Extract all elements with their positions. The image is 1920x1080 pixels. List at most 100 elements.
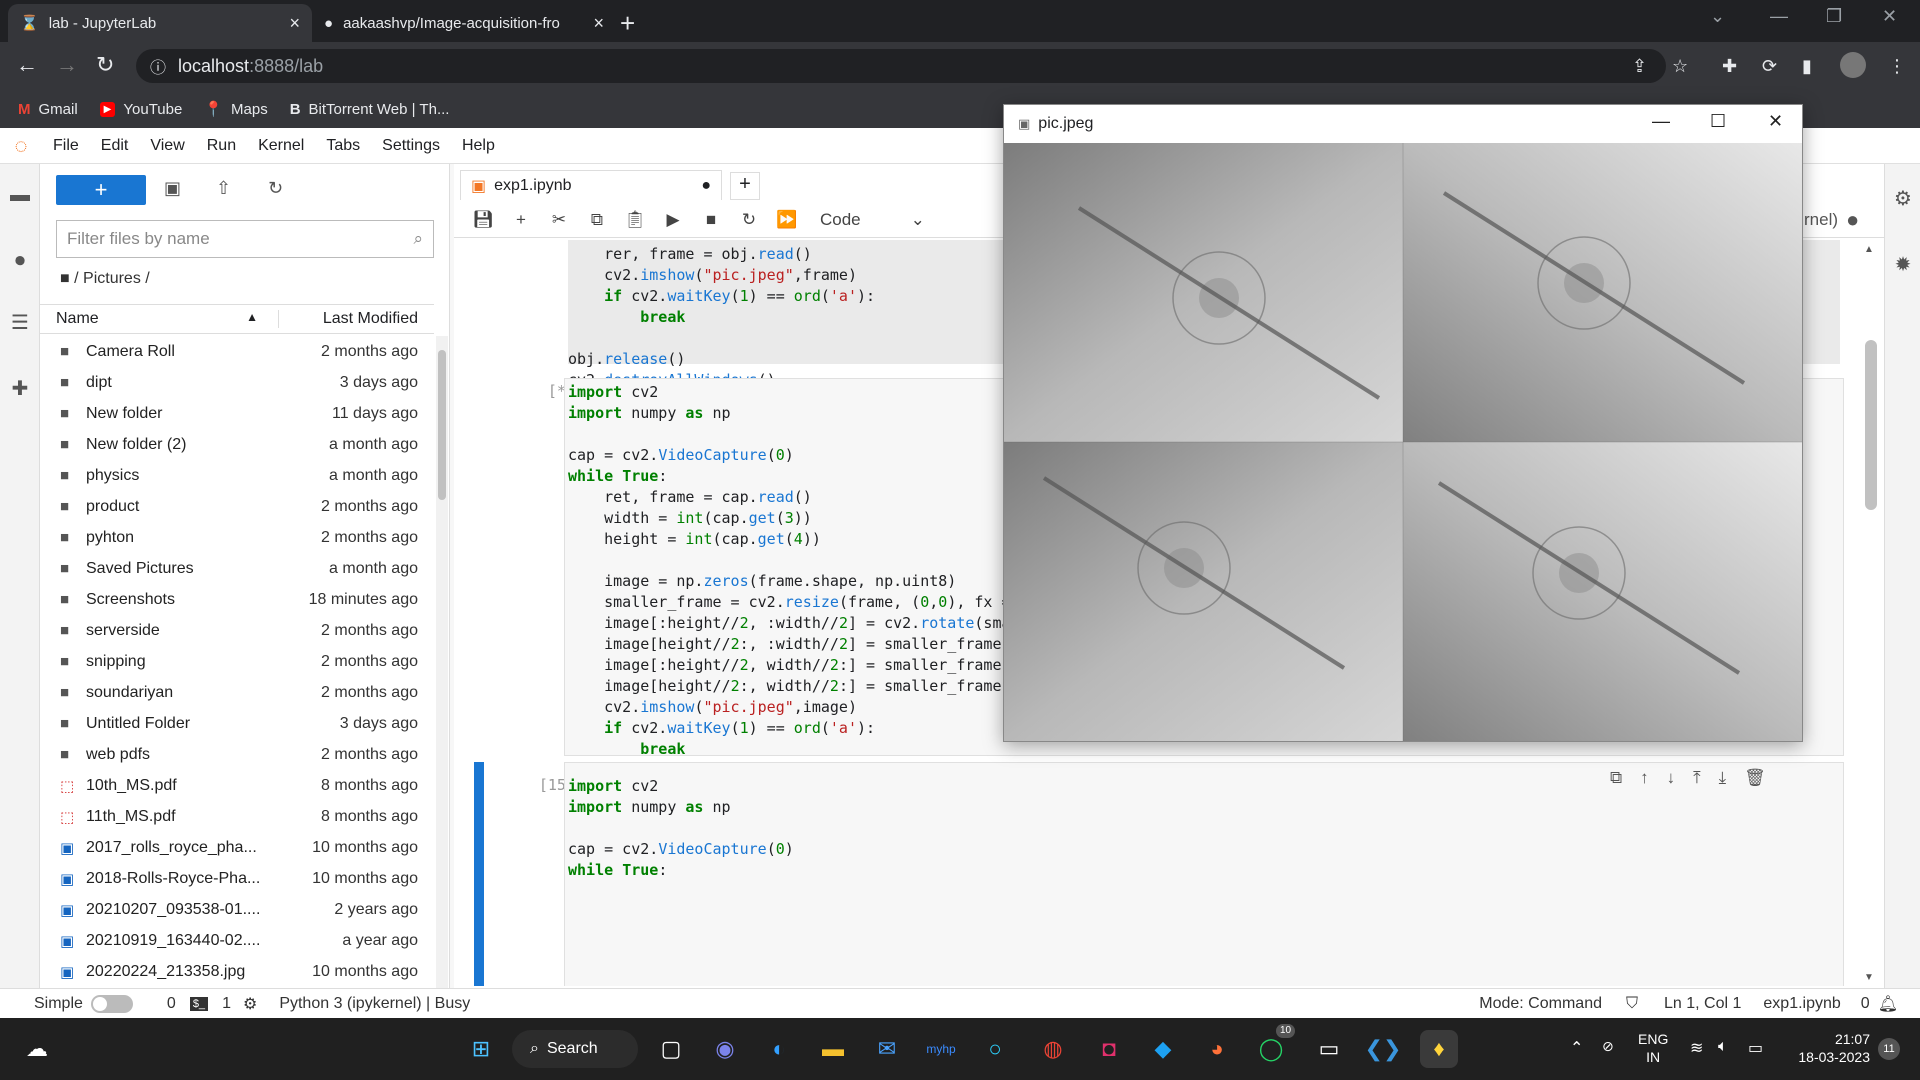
file-list-scrollbar[interactable] xyxy=(436,336,448,988)
myhp-icon[interactable]: myhp xyxy=(922,1030,960,1068)
file-row[interactable]: ■ serverside 2 months ago xyxy=(40,615,434,646)
kernel-count[interactable]: 1 xyxy=(222,995,231,1013)
file-row[interactable]: ▣ 20210207_093538-01.... 2 years ago xyxy=(40,894,434,925)
back-icon[interactable]: ← xyxy=(16,52,38,78)
sync-icon[interactable]: ⟳ xyxy=(1762,56,1777,77)
restart-icon[interactable]: ↻ xyxy=(730,210,768,230)
scroll-down-icon[interactable]: ▼ xyxy=(1864,972,1874,983)
copy-icon[interactable]: ⧉ xyxy=(578,210,616,230)
code-cell-active[interactable]: [15]: import cv2 import numpy as np cap … xyxy=(454,762,1844,986)
file-row[interactable]: ▣ 20210919_163440-02.... a year ago xyxy=(40,925,434,956)
file-row[interactable]: ⬚ 10th_MS.pdf 8 months ago xyxy=(40,770,434,801)
add-cell-icon[interactable]: + xyxy=(502,210,540,230)
simple-mode-toggle[interactable] xyxy=(90,994,133,1013)
firefox-icon[interactable]: ◕ xyxy=(1198,1030,1236,1068)
new-tab-button[interactable]: + xyxy=(620,8,635,39)
file-row[interactable]: ⬚ 11th_MS.pdf 8 months ago xyxy=(40,801,434,832)
cut-icon[interactable]: ✂ xyxy=(540,210,578,230)
instagram-icon[interactable]: ◘ xyxy=(1090,1030,1128,1068)
kernel-status[interactable]: Python 3 (ipykernel) | Busy xyxy=(279,995,470,1013)
move-up-icon[interactable]: ↑ xyxy=(1640,768,1649,788)
insert-below-icon[interactable]: ⤓ xyxy=(1719,768,1727,788)
move-down-icon[interactable]: ↓ xyxy=(1667,768,1676,788)
image-window-titlebar[interactable]: ▣ pic.jpeg xyxy=(1004,105,1802,143)
clock[interactable]: 21:07 18-03-2023 xyxy=(1786,1030,1870,1066)
save-icon[interactable]: 💾︎ xyxy=(464,210,502,230)
menu-file[interactable]: File xyxy=(42,137,90,155)
minimize-icon[interactable]: — xyxy=(1652,111,1670,132)
bookmark-star-icon[interactable]: ☆ xyxy=(1672,56,1688,77)
cell-type-select[interactable]: Code ⌄ xyxy=(820,210,925,230)
terminal-icon[interactable]: ▭ xyxy=(1310,1030,1348,1068)
volume-icon[interactable]: 🔈︎ xyxy=(1718,1038,1728,1056)
file-row[interactable]: ■ web pdfs 2 months ago xyxy=(40,739,434,770)
task-view-icon[interactable]: ▢ xyxy=(652,1030,690,1068)
file-row[interactable]: ■ snipping 2 months ago xyxy=(40,646,434,677)
language-indicator[interactable]: ENG IN xyxy=(1638,1030,1668,1066)
chevron-up-icon[interactable]: ⌃ xyxy=(1570,1038,1583,1058)
file-row[interactable]: ■ New folder (2) a month ago xyxy=(40,429,434,460)
extension-icon[interactable]: ✚ xyxy=(8,376,32,400)
menu-settings[interactable]: Settings xyxy=(371,137,451,155)
info-icon[interactable]: ⓘ xyxy=(150,54,166,78)
filter-input[interactable]: Filter files by name ⌕ xyxy=(56,220,434,258)
terminal-count[interactable]: 0 xyxy=(167,995,176,1013)
property-inspector-icon[interactable]: ⚙ xyxy=(1891,186,1915,210)
breadcrumb[interactable]: ■ / Pictures / xyxy=(60,270,150,288)
tab-jupyterlab[interactable]: ⌛ lab - JupyterLab × xyxy=(8,4,312,42)
file-row[interactable]: ■ soundariyan 2 months ago xyxy=(40,677,434,708)
new-folder-icon[interactable]: ▣ xyxy=(164,178,181,199)
file-row[interactable]: ▣ 20220224_213358.jpg 10 months ago xyxy=(40,956,434,987)
stop-icon[interactable]: ■ xyxy=(692,210,730,230)
file-row[interactable]: ▣ 2018-Rolls-Royce-Pha... 10 months ago xyxy=(40,863,434,894)
file-row[interactable]: ■ Saved Pictures a month ago xyxy=(40,553,434,584)
file-row[interactable]: ■ Camera Roll 2 months ago xyxy=(40,336,434,367)
whatsapp-icon[interactable]: ◯ 10 xyxy=(1252,1024,1296,1068)
edge-icon[interactable]: ◐ xyxy=(760,1030,798,1068)
bookmark-gmail[interactable]: M Gmail xyxy=(18,101,78,118)
run-icon[interactable]: ▶ xyxy=(654,210,692,230)
notification-count[interactable]: 0 xyxy=(1861,995,1870,1013)
maximize-icon[interactable]: ☐ xyxy=(1710,111,1726,132)
toc-icon[interactable]: ☰ xyxy=(8,310,32,334)
reload-icon[interactable]: ↻ xyxy=(96,52,114,78)
file-row[interactable]: ■ pyhton 2 months ago xyxy=(40,522,434,553)
fast-forward-icon[interactable]: ⏩ xyxy=(768,210,806,230)
paste-icon[interactable]: 📋︎ xyxy=(616,210,654,230)
refresh-icon[interactable]: ↻ xyxy=(268,178,283,199)
file-row[interactable]: ■ Screenshots 18 minutes ago xyxy=(40,584,434,615)
menu-icon[interactable]: ⋮ xyxy=(1888,56,1906,77)
menu-kernel[interactable]: Kernel xyxy=(247,137,315,155)
file-row[interactable]: ■ physics a month ago xyxy=(40,460,434,491)
delete-icon[interactable]: 🗑︎ xyxy=(1744,768,1766,788)
restore-icon[interactable]: ❐ xyxy=(1826,6,1842,27)
tab-search-icon[interactable]: ⌄ xyxy=(1710,6,1725,27)
folder-icon[interactable]: ▬ xyxy=(8,184,32,208)
file-row[interactable]: ▣ 2017_rolls_royce_pha... 10 months ago xyxy=(40,832,434,863)
battery-icon[interactable]: ▭ xyxy=(1748,1038,1763,1058)
image-window[interactable]: ▣ pic.jpeg — ☐ ✕ xyxy=(1003,104,1803,742)
menu-help[interactable]: Help xyxy=(451,137,506,155)
bookmark-youtube[interactable]: ▶ YouTube xyxy=(99,101,182,118)
close-icon[interactable]: ✕ xyxy=(1768,111,1783,132)
file-row[interactable]: ■ product 2 months ago xyxy=(40,491,434,522)
twitter-icon[interactable]: ◆ xyxy=(1144,1030,1182,1068)
upload-icon[interactable]: ⇧ xyxy=(216,178,231,199)
cursor-position[interactable]: Ln 1, Col 1 xyxy=(1664,995,1741,1013)
minimize-icon[interactable]: — xyxy=(1770,6,1788,27)
teams-icon[interactable]: ◉ xyxy=(706,1030,744,1068)
file-explorer-icon[interactable]: ▬ xyxy=(814,1030,852,1068)
running-icon[interactable]: ⏺ xyxy=(8,250,32,274)
cortana-icon[interactable]: ○ xyxy=(976,1030,1014,1068)
taskbar-search[interactable]: ⌕ Search xyxy=(512,1030,638,1068)
tab-github[interactable]: ● aakaashvp/Image-acquisition-fro × xyxy=(312,4,616,42)
network-off-icon[interactable]: ⊘ xyxy=(1602,1038,1614,1055)
kernel-indicator[interactable]: rnel) ● xyxy=(1804,207,1884,233)
shield-icon[interactable]: ⛉ xyxy=(1626,995,1638,1013)
file-row[interactable]: ■ Untitled Folder 3 days ago xyxy=(40,708,434,739)
address-bar[interactable]: ⓘ localhost:8888/lab xyxy=(136,49,1666,83)
python-icon[interactable]: ♦ xyxy=(1420,1030,1458,1068)
menu-edit[interactable]: Edit xyxy=(90,137,140,155)
notification-badge[interactable]: 11 xyxy=(1878,1038,1900,1060)
close-window-icon[interactable]: ✕ xyxy=(1882,6,1897,27)
